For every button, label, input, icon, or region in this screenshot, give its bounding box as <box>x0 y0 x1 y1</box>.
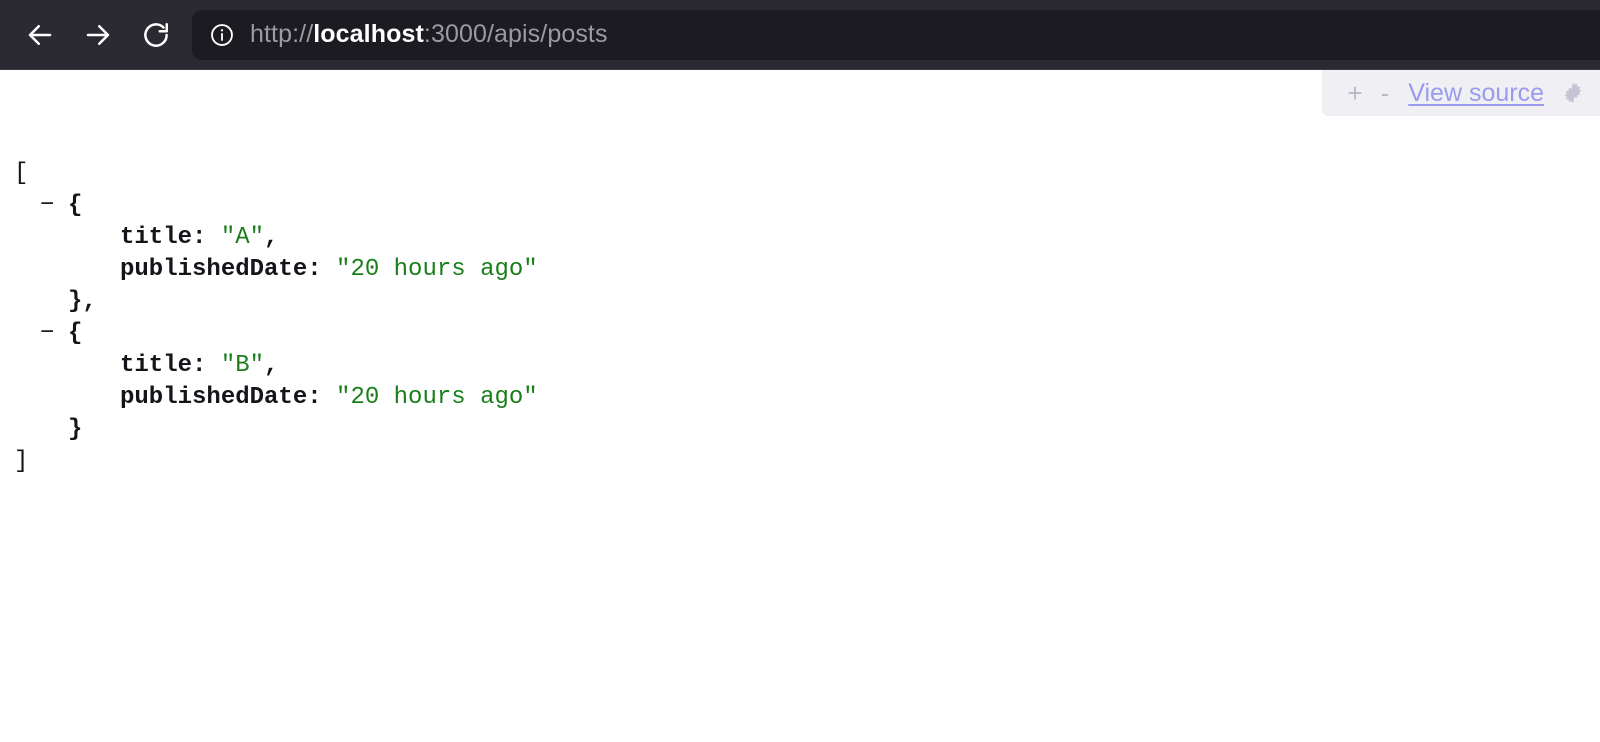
json-row-object-close-0: }, <box>0 286 1600 318</box>
array-close-bracket: ] <box>14 448 29 475</box>
object-close-brace-0: }, <box>68 288 97 315</box>
json-viewer-page: + - View source [ − { title: "A", publis… <box>0 70 1600 742</box>
object-open-brace-1: { <box>68 320 83 347</box>
array-open-bracket: [ <box>14 160 29 187</box>
json-value-publisheddate-1: "20 hours ago" <box>336 384 538 411</box>
json-key-title-0: title <box>120 224 193 251</box>
json-key-publisheddate-1: publishedDate <box>120 384 308 411</box>
url-scheme: http:// <box>250 20 314 48</box>
json-key-publisheddate-0: publishedDate <box>120 256 308 283</box>
json-colon-title-0: : <box>192 224 207 251</box>
info-circle-icon[interactable] <box>208 21 236 49</box>
json-value-publisheddate-0: "20 hours ago" <box>336 256 538 283</box>
back-button[interactable] <box>18 13 62 57</box>
collapse-toggle-item-0[interactable]: − <box>40 190 68 222</box>
json-colon-publisheddate-0: : <box>307 256 322 283</box>
json-row-publisheddate-0: publishedDate: "20 hours ago" <box>0 254 1600 286</box>
json-comma-title-0: , <box>264 224 279 251</box>
url-host: localhost <box>313 20 424 48</box>
url-path: :3000/apis/posts <box>423 20 608 48</box>
forward-button[interactable] <box>76 13 120 57</box>
collapse-all-button[interactable]: - <box>1372 80 1399 106</box>
json-key-title-1: title <box>120 352 193 379</box>
json-viewer-toolbar: + - View source <box>1322 70 1600 116</box>
json-row-publisheddate-1: publishedDate: "20 hours ago" <box>0 382 1600 414</box>
json-comma-title-1: , <box>264 352 279 379</box>
json-colon-title-1: : <box>192 352 207 379</box>
arrow-left-icon <box>25 20 55 50</box>
json-value-title-0: "A" <box>220 224 265 251</box>
expand-all-button[interactable]: + <box>1338 80 1371 106</box>
json-row-object-close-1: } <box>0 414 1600 446</box>
view-source-link[interactable]: View source <box>1408 80 1544 106</box>
json-row-object-open: − { <box>0 190 1600 222</box>
json-row-title-1: title: "B", <box>0 350 1600 382</box>
json-colon-publisheddate-1: : <box>307 384 322 411</box>
json-row-array-close: ] <box>0 446 1600 478</box>
json-row-array-open: [ <box>0 158 1600 190</box>
object-close-brace-1: } <box>68 416 83 443</box>
json-row-title-0: title: "A", <box>0 222 1600 254</box>
collapse-toggle-item-1[interactable]: − <box>40 318 68 350</box>
navigation-buttons <box>0 0 178 69</box>
browser-chrome: http://localhost:3000/apis/posts <box>0 0 1600 70</box>
reload-icon <box>141 20 171 50</box>
gear-icon[interactable] <box>1560 80 1586 106</box>
arrow-right-icon <box>83 20 113 50</box>
url-text: http://localhost:3000/apis/posts <box>250 22 608 47</box>
json-value-title-1: "B" <box>220 352 265 379</box>
json-row-object-open-1: − { <box>0 318 1600 350</box>
object-open-brace-0: { <box>68 192 83 219</box>
json-tree: [ − { title: "A", publishedDate: "20 hou… <box>0 158 1600 478</box>
reload-button[interactable] <box>134 13 178 57</box>
url-bar[interactable]: http://localhost:3000/apis/posts <box>192 9 1600 60</box>
